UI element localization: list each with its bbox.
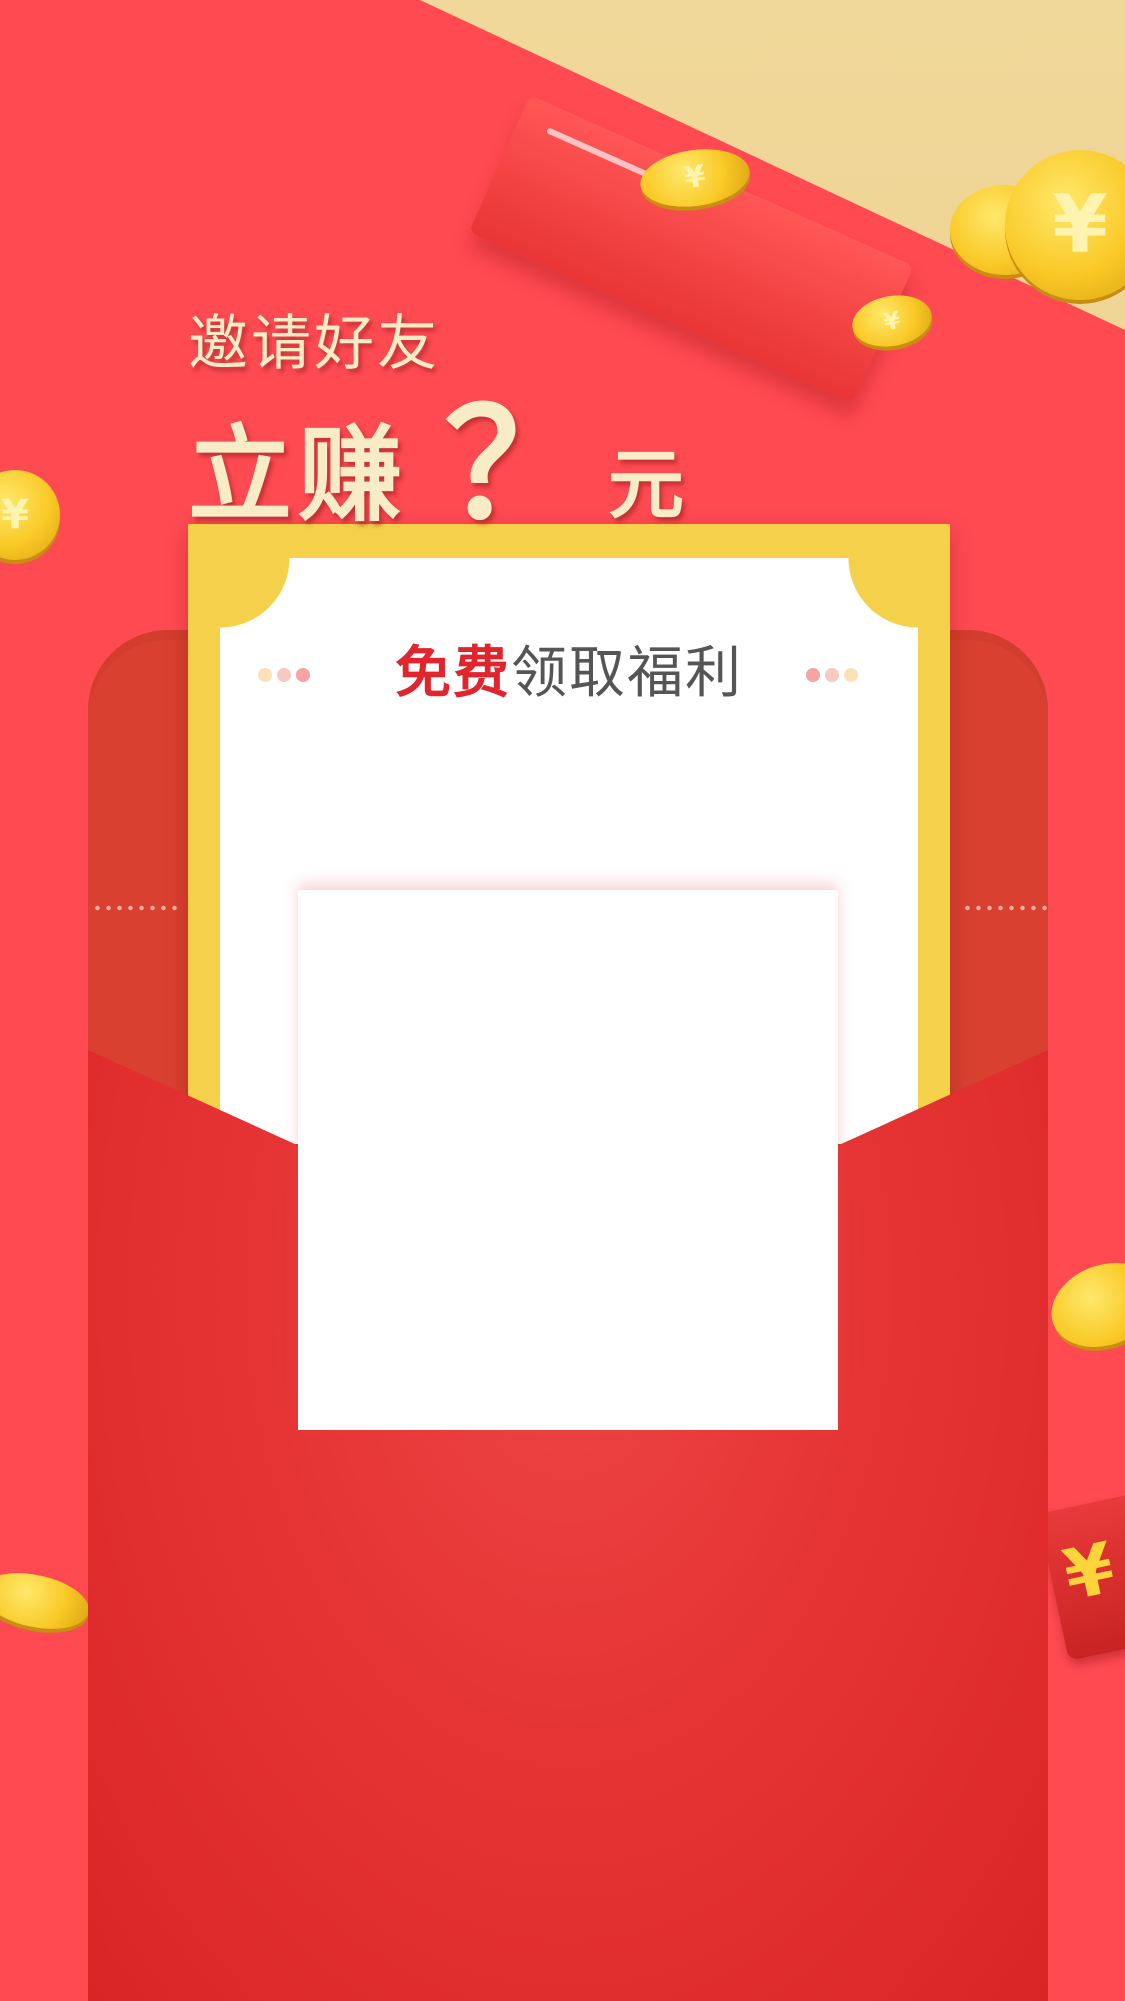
coin-icon <box>0 1564 95 1638</box>
yen-symbol: ¥ <box>1056 1526 1122 1617</box>
coin-icon: ¥ <box>0 470 60 560</box>
headline-earn-text: 立赚 <box>188 414 409 536</box>
headline-invite-text: 邀请好友 <box>188 309 440 379</box>
headline: 邀请好友 立赚？元 <box>188 295 684 541</box>
yen-symbol: ¥ <box>1 492 29 538</box>
yen-symbol: ¥ <box>881 305 903 337</box>
yen-symbol: ¥ <box>1052 178 1108 271</box>
decorative-dots-right <box>806 668 858 682</box>
dotted-divider-left <box>92 905 178 911</box>
headline-amount-question: ？ <box>444 379 595 553</box>
dotted-divider-right <box>962 905 1048 911</box>
yen-symbol: ¥ <box>682 158 708 197</box>
card-title-highlight: 免费 <box>395 641 511 706</box>
coin-icon <box>1039 1248 1125 1362</box>
red-envelope-icon: ¥ <box>1037 1489 1125 1661</box>
headline-unit: 元 <box>608 440 685 529</box>
card-title-rest: 领取福利 <box>511 641 743 706</box>
decorative-dots-left <box>258 668 310 682</box>
qr-code-placeholder[interactable] <box>298 890 838 1430</box>
